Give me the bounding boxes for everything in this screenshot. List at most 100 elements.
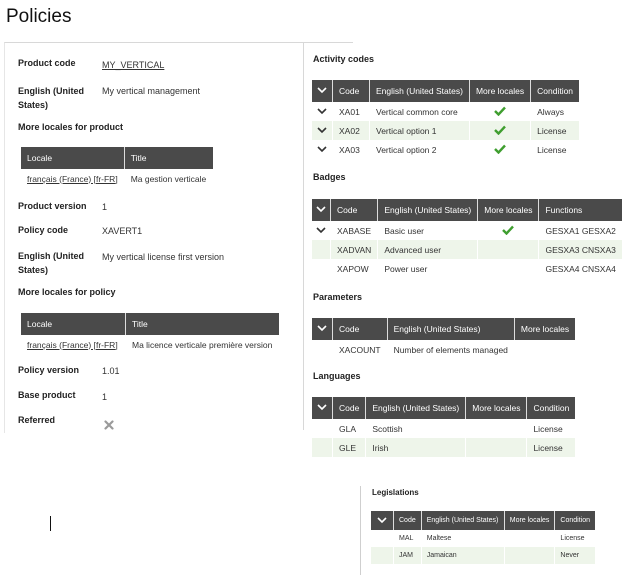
column-header-code[interactable]: Code xyxy=(393,511,422,530)
table-row[interactable]: JAM Jamaican Never xyxy=(371,547,596,564)
panel-divider xyxy=(303,42,304,430)
column-header-title[interactable]: Title xyxy=(125,313,279,335)
row-expand-toggle[interactable] xyxy=(312,221,331,240)
table-row[interactable]: XAPOW Power user GESXA4 CNSXA4 xyxy=(312,259,622,278)
cell-more-locales xyxy=(477,221,540,240)
product-more-locales-heading: More locales for product xyxy=(18,122,124,132)
cell-condition: License xyxy=(530,140,580,159)
cell-code: XACOUNT xyxy=(332,340,388,359)
expand-all-column[interactable] xyxy=(312,397,333,419)
cell-english: Jamaican xyxy=(421,547,505,564)
chevron-down-icon xyxy=(317,325,327,332)
locale-link[interactable]: français (France) [fr-FR] xyxy=(21,169,125,188)
cell-english: Advanced user xyxy=(377,240,479,259)
product-english-value: My vertical management xyxy=(102,86,201,96)
cell-english: Vertical option 2 xyxy=(369,140,470,159)
policy-locales-table: Locale Title français (France) [fr-FR] M… xyxy=(21,313,280,354)
column-header-locale[interactable]: Locale xyxy=(21,313,126,335)
column-header-code[interactable]: Code xyxy=(330,199,379,221)
cell-code: GLE xyxy=(332,438,367,457)
policy-code-label: Policy code xyxy=(18,225,69,235)
expand-all-column[interactable] xyxy=(312,318,333,340)
cell-more-locales xyxy=(469,121,532,140)
expand-all-column[interactable] xyxy=(312,80,333,102)
column-header-more-locales[interactable]: More locales xyxy=(465,397,528,419)
product-version-value: 1 xyxy=(102,202,108,212)
column-header-more-locales[interactable]: More locales xyxy=(477,199,540,221)
row-expand-toggle[interactable] xyxy=(312,121,333,140)
cell-english: Number of elements managed xyxy=(387,340,515,359)
locale-title: Ma licence verticale première version xyxy=(125,335,280,354)
cell-code: MAL xyxy=(393,530,422,547)
cell-english: Scottish xyxy=(365,419,467,438)
parameters-table: Code English (United States) More locale… xyxy=(312,318,576,359)
activity-codes-heading: Activity codes xyxy=(313,54,375,64)
check-icon xyxy=(494,125,506,135)
cell-condition: License xyxy=(530,121,580,140)
column-header-condition[interactable]: Condition xyxy=(526,397,576,419)
close-x-icon xyxy=(104,417,114,430)
product-code-label: Product code xyxy=(18,58,76,68)
cell-functions: GESXA1 GESXA2 xyxy=(538,221,622,240)
product-version-label: Product version xyxy=(18,201,87,211)
column-header-code[interactable]: Code xyxy=(332,397,367,419)
table-row[interactable]: MAL Maltese License xyxy=(371,530,596,547)
table-row[interactable]: XA01 Vertical common core Always xyxy=(312,102,580,121)
policy-more-locales-heading: More locales for policy xyxy=(18,287,116,297)
table-row[interactable]: XADVAN Advanced user GESXA3 CNSXA3 xyxy=(312,240,622,259)
expand-all-column[interactable] xyxy=(371,511,394,530)
column-header-functions[interactable]: Functions xyxy=(538,199,622,221)
column-header-condition[interactable]: Condition xyxy=(554,511,595,530)
column-header-more-locales[interactable]: More locales xyxy=(514,318,576,340)
column-header-english[interactable]: English (United States) xyxy=(377,199,479,221)
cell-more-locales xyxy=(469,102,532,121)
column-header-english[interactable]: English (United States) xyxy=(421,511,505,530)
row-expand-toggle[interactable] xyxy=(312,140,333,159)
cell-code: GLA xyxy=(332,419,367,438)
badges-table: Code English (United States) More locale… xyxy=(312,199,622,278)
divider xyxy=(360,486,361,575)
expand-all-column[interactable] xyxy=(312,199,331,221)
cell-english: Power user xyxy=(377,259,479,278)
column-header-more-locales[interactable]: More locales xyxy=(469,80,532,102)
table-row[interactable]: XABASE Basic user GESXA1 GESXA2 xyxy=(312,221,622,240)
locale-link[interactable]: français (France) [fr-FR] xyxy=(21,335,126,354)
column-header-locale[interactable]: Locale xyxy=(21,147,125,169)
cell-functions: GESXA4 CNSXA4 xyxy=(538,259,622,278)
table-row[interactable]: GLE Irish License xyxy=(312,438,576,457)
cell-english: Basic user xyxy=(377,221,479,240)
cell-english: Irish xyxy=(365,438,467,457)
cell-english: Vertical option 1 xyxy=(369,121,470,140)
column-header-condition[interactable]: Condition xyxy=(530,80,580,102)
row-expand-toggle[interactable] xyxy=(312,102,333,121)
cell-code: XABASE xyxy=(330,221,379,240)
cell-condition: License xyxy=(554,530,596,547)
policy-version-value: 1.01 xyxy=(102,366,120,376)
column-header-english[interactable]: English (United States) xyxy=(365,397,467,419)
chevron-down-icon xyxy=(317,126,327,133)
chevron-down-icon xyxy=(317,145,327,152)
base-product-label: Base product xyxy=(18,390,76,400)
product-code-link[interactable]: MY_VERTICAL xyxy=(102,60,164,70)
table-row[interactable]: GLA Scottish License xyxy=(312,419,576,438)
chevron-down-icon xyxy=(317,87,327,94)
parameters-heading: Parameters xyxy=(313,292,363,302)
column-header-more-locales[interactable]: More locales xyxy=(504,511,556,530)
table-row[interactable]: XA03 Vertical option 2 License xyxy=(312,140,580,159)
policy-english-value: My vertical license first version xyxy=(102,252,225,262)
cell-more-locales xyxy=(469,140,532,159)
badges-heading: Badges xyxy=(313,172,346,182)
column-header-english[interactable]: English (United States) xyxy=(369,80,470,102)
cell-code: XAPOW xyxy=(330,259,379,278)
check-icon xyxy=(502,225,515,235)
cell-condition: License xyxy=(526,419,576,438)
check-icon xyxy=(494,106,506,116)
column-header-code[interactable]: Code xyxy=(332,80,370,102)
cell-condition: License xyxy=(526,438,576,457)
chevron-down-icon xyxy=(316,206,326,213)
table-row[interactable]: XA02 Vertical option 1 License xyxy=(312,121,580,140)
column-header-code[interactable]: Code xyxy=(332,318,388,340)
table-row[interactable]: XACOUNT Number of elements managed xyxy=(312,340,576,359)
column-header-english[interactable]: English (United States) xyxy=(387,318,515,340)
column-header-title[interactable]: Title xyxy=(124,147,213,169)
